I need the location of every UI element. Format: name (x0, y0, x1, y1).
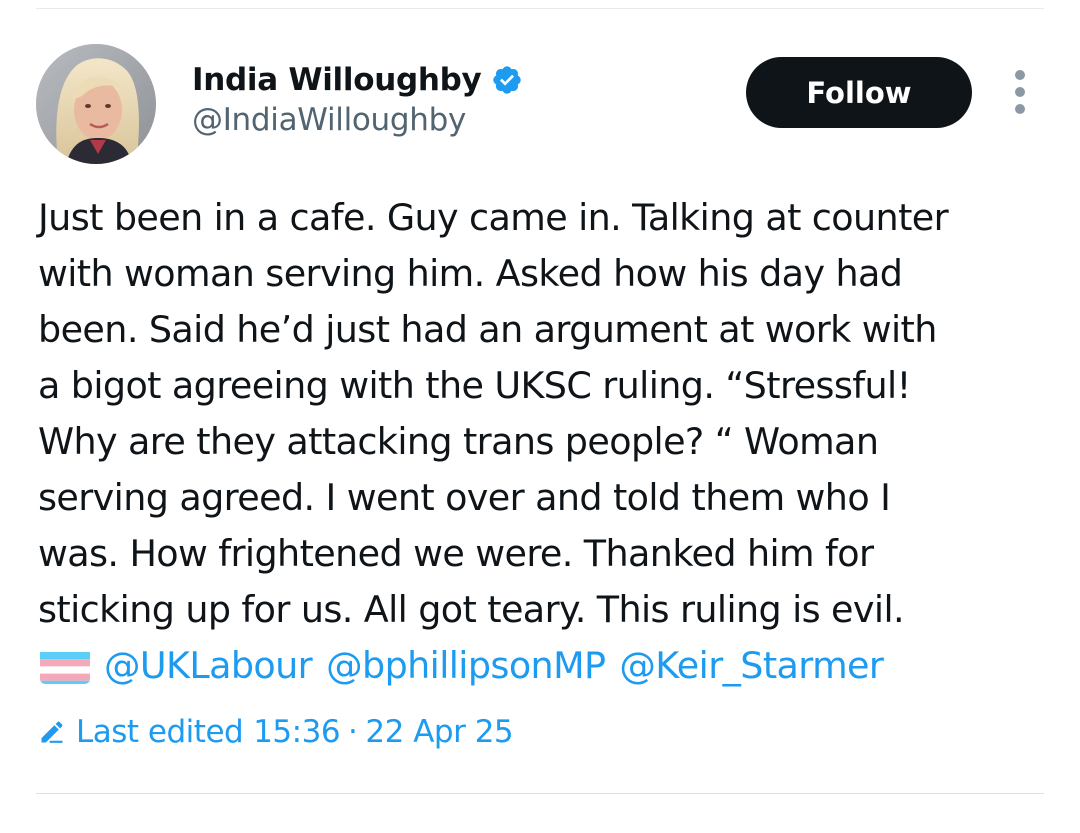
tweet-line: Why are they attacking trans people? “ W… (38, 420, 879, 463)
avatar[interactable] (36, 44, 156, 164)
mention-link[interactable]: @bphillipsonMP (326, 638, 606, 694)
tweet-text: Just been in a cafe. Guy came in. Talkin… (38, 190, 1058, 694)
more-dot (1015, 104, 1025, 114)
top-divider (36, 8, 1044, 9)
last-edited-link[interactable]: Last edited 15:36 · 22 Apr 25 (38, 714, 514, 750)
tweet-line: sticking up for us. All got teary. This … (38, 588, 905, 631)
author-info: India Willoughby @IndiaWilloughby (192, 58, 523, 138)
more-vertical-icon[interactable] (1004, 70, 1036, 114)
more-dot (1015, 87, 1025, 97)
edited-time: 15:36 (253, 714, 341, 750)
pencil-icon (38, 718, 66, 746)
handle[interactable]: @IndiaWilloughby (192, 102, 523, 138)
tweet-line: been. Said he’d just had an argument at … (38, 308, 937, 351)
bottom-divider (36, 793, 1044, 794)
mention-link[interactable]: @UKLabour (104, 638, 313, 694)
follow-button[interactable]: Follow (746, 57, 972, 128)
mention-link[interactable]: @Keir_Starmer (619, 638, 884, 694)
tweet-line: with woman serving him. Asked how his da… (38, 252, 903, 295)
tweet-line: a bigot agreeing with the UKSC ruling. “… (38, 364, 911, 407)
tweet-line: was. How frightened we were. Thanked him… (38, 532, 874, 575)
transgender-flag-icon (40, 648, 90, 684)
tweet-line: Just been in a cafe. Guy came in. Talkin… (38, 196, 949, 239)
edited-separator: · (348, 714, 358, 750)
edited-label: Last edited (76, 714, 244, 750)
verified-badge-icon (491, 64, 523, 96)
more-dot (1015, 70, 1025, 80)
tweet-line: serving agreed. I went over and told the… (38, 476, 891, 519)
name-row: India Willoughby (192, 58, 523, 102)
avatar-image (36, 44, 156, 164)
edited-date: 22 Apr 25 (365, 714, 514, 750)
display-name[interactable]: India Willoughby (192, 62, 482, 98)
mentions-line: @UKLabour @bphillipsonMP @Keir_Starmer (38, 638, 1058, 694)
